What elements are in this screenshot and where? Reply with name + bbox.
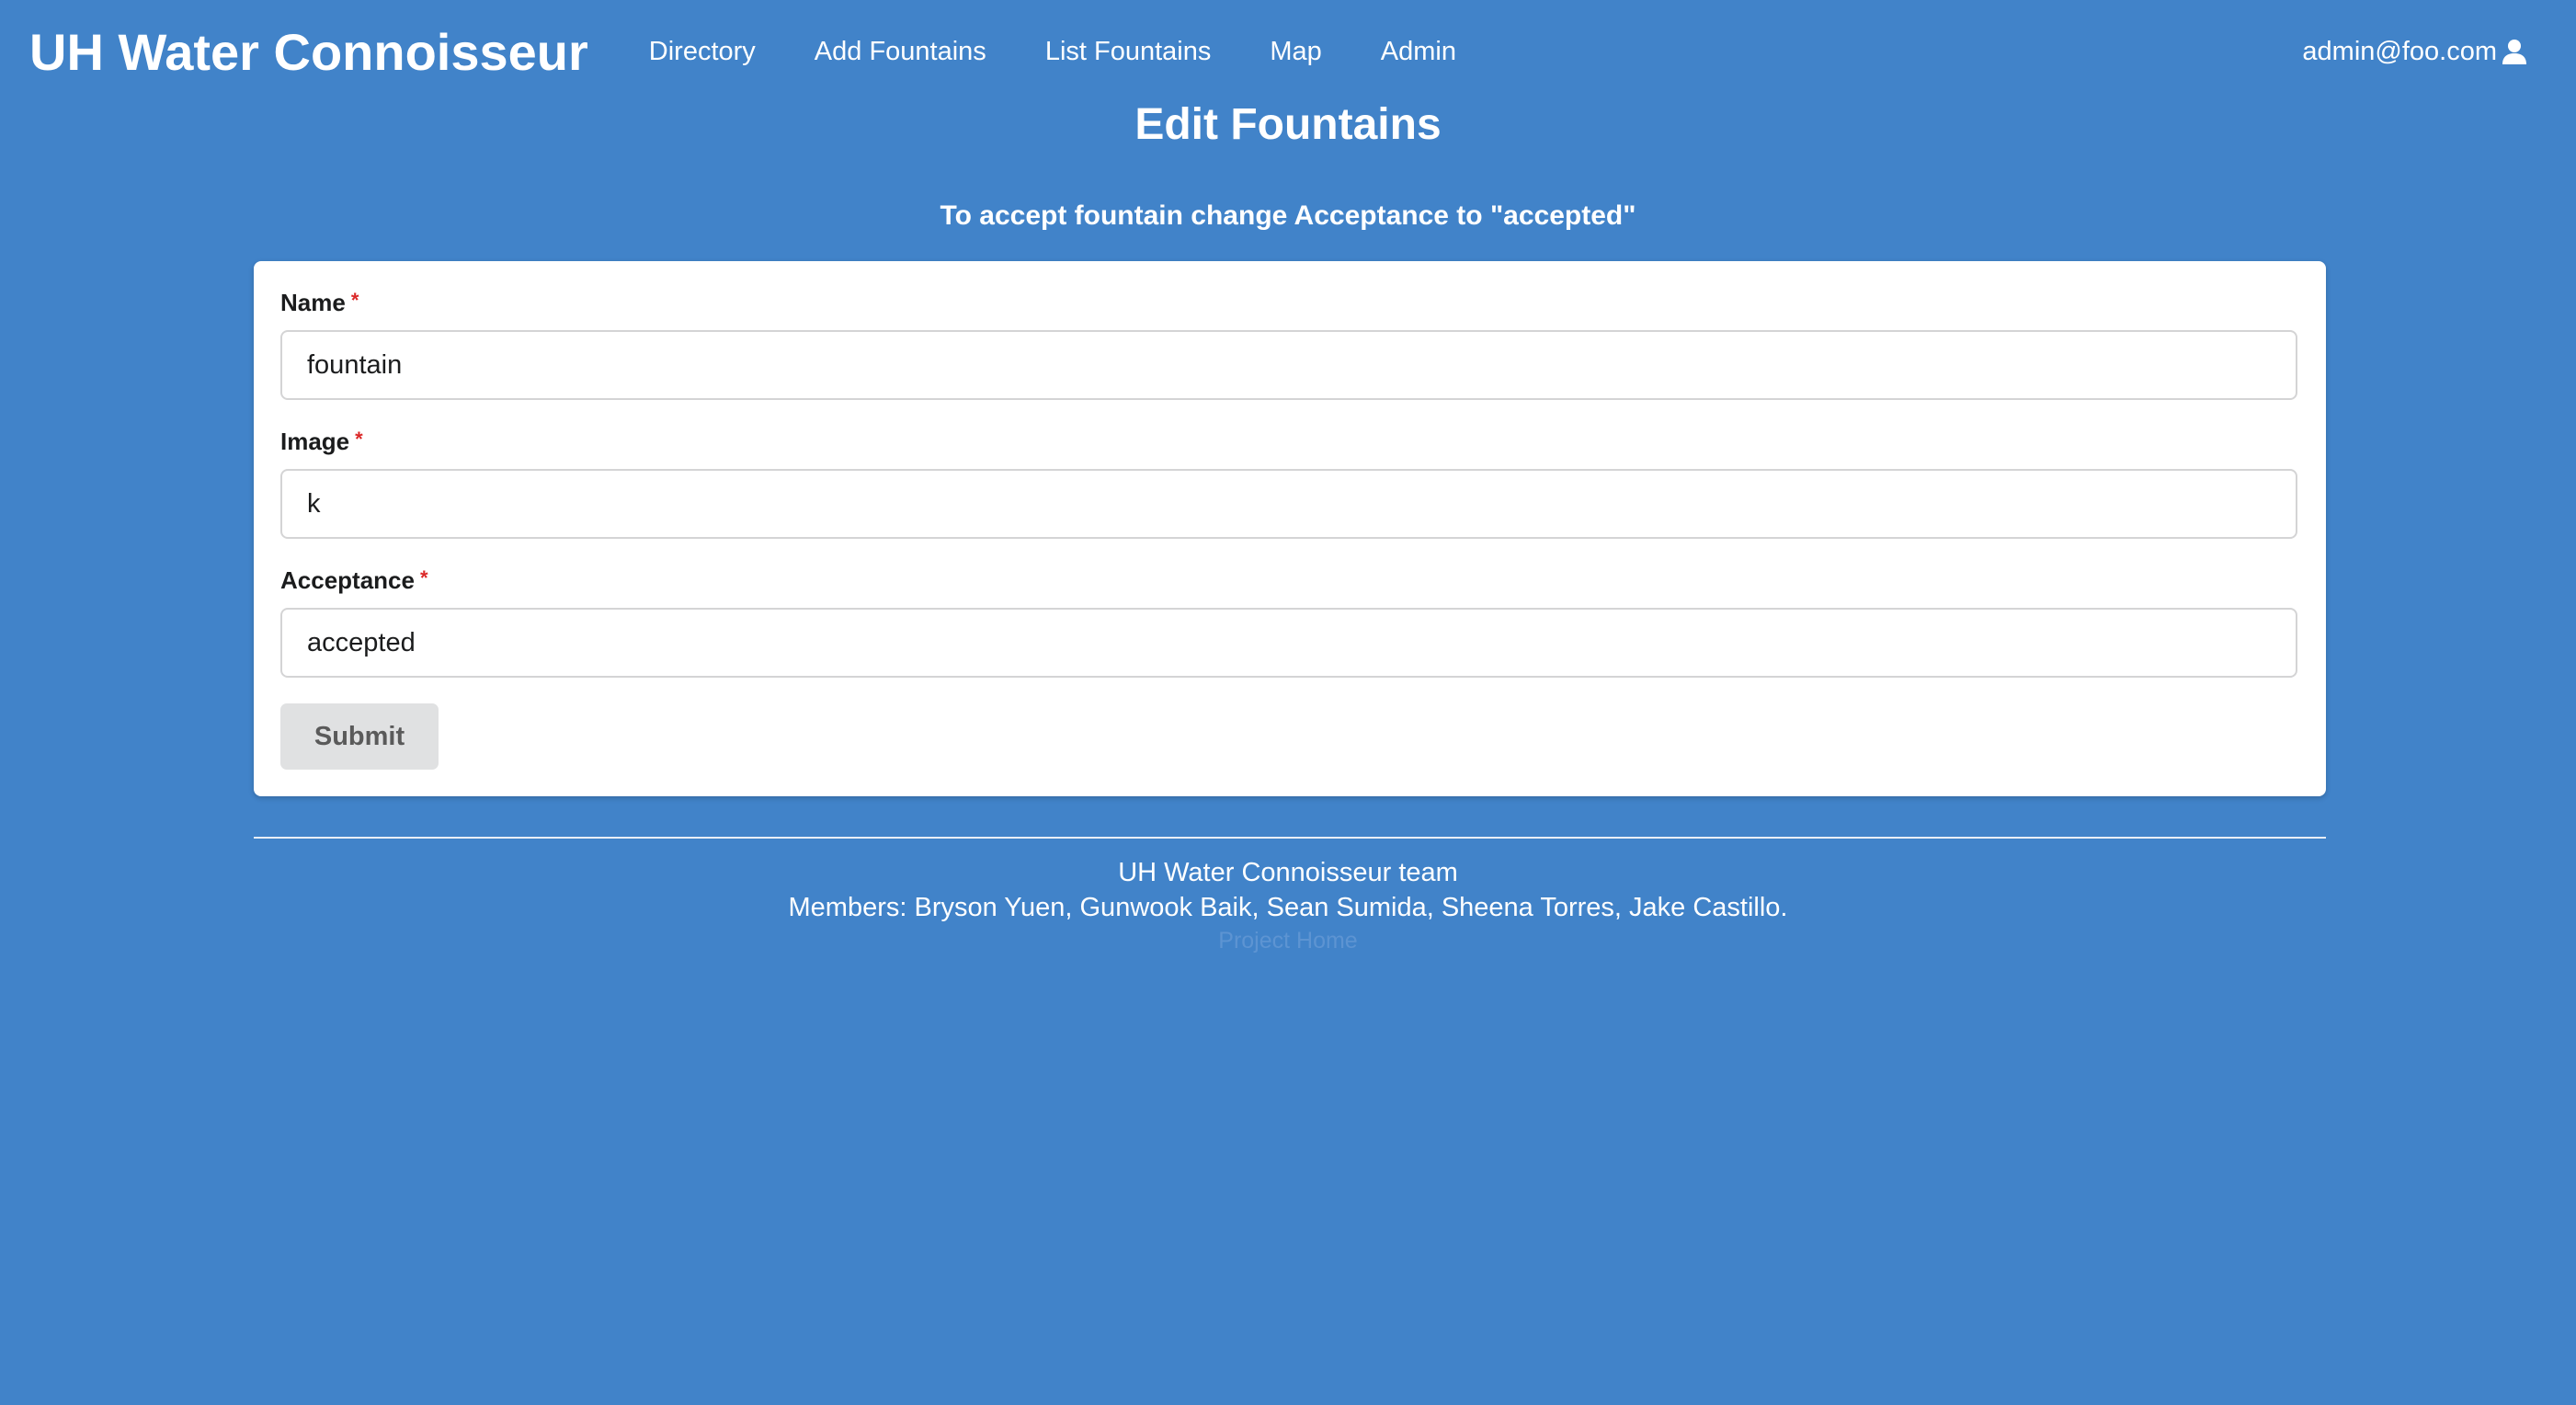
user-icon[interactable]	[2501, 38, 2528, 65]
name-input[interactable]	[280, 330, 2297, 400]
footer-team: UH Water Connoisseur team	[1118, 858, 1458, 887]
image-input[interactable]	[280, 469, 2297, 539]
image-field: Image *	[280, 428, 2298, 539]
nav-list-fountains[interactable]: List Fountains	[1045, 37, 1212, 67]
page-title: Edit Fountains	[1134, 100, 1442, 149]
brand-title[interactable]: UH Water Connoisseur	[29, 22, 588, 82]
required-marker: *	[350, 289, 359, 312]
edit-fountain-form: Name* Image* Acceptance* Submit	[254, 261, 2326, 796]
footer-divider	[254, 837, 2326, 839]
user-email[interactable]: admin@foo.com	[2302, 37, 2497, 67]
acceptance-input[interactable]	[280, 608, 2297, 678]
acceptance-field: Acceptance *	[280, 566, 2298, 678]
nav-admin[interactable]: Admin	[1381, 37, 1456, 67]
required-marker: *	[355, 428, 363, 451]
name-label: Name *	[280, 289, 359, 317]
footer-project-link[interactable]: Project Home	[0, 925, 2576, 956]
image-label: Image *	[280, 428, 363, 456]
nav-directory[interactable]: Directory	[649, 37, 756, 67]
name-field: Name *	[280, 289, 2298, 400]
footer: UH Water Connoisseur team Members: Bryso…	[0, 855, 2576, 956]
nav-add-fountains[interactable]: Add Fountains	[815, 37, 986, 67]
acceptance-instruction: To accept fountain change Acceptance to …	[940, 200, 1636, 231]
submit-button[interactable]: Submit	[280, 703, 439, 770]
user-menu[interactable]: admin@foo.com	[2302, 37, 2528, 67]
acceptance-label-text: Acceptance	[280, 566, 415, 594]
image-label-text: Image	[280, 428, 350, 455]
top-navbar: UH Water Connoisseur Directory Add Fount…	[0, 0, 2576, 103]
name-label-text: Name	[280, 289, 346, 316]
acceptance-label: Acceptance *	[280, 566, 428, 595]
footer-members: Members: Bryson Yuen, Gunwook Baik, Sean…	[788, 893, 1788, 922]
required-marker: *	[419, 566, 428, 589]
nav-map[interactable]: Map	[1270, 37, 1321, 67]
